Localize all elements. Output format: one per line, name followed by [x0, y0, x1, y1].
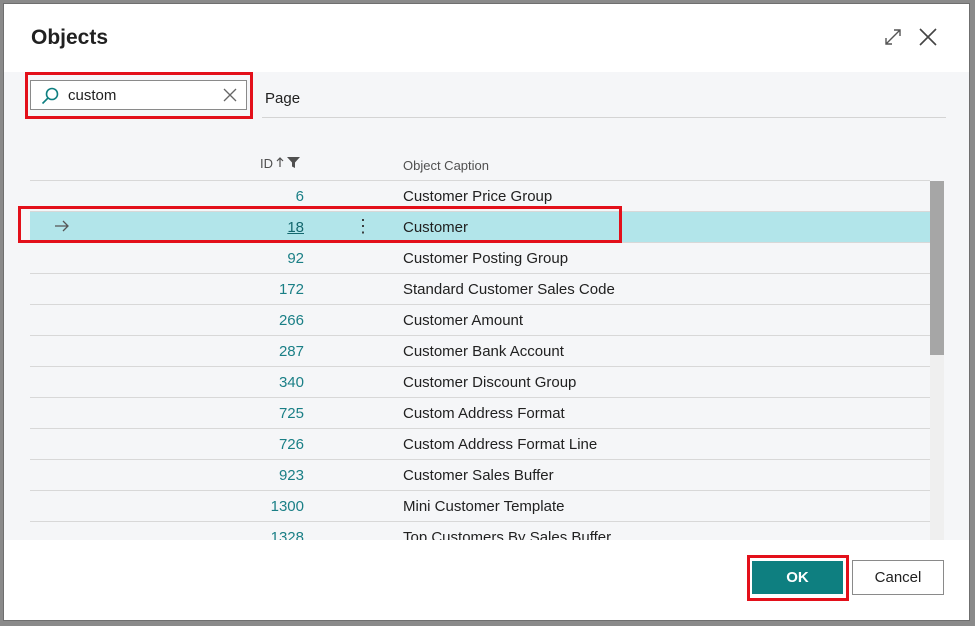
row-id[interactable]: 923	[230, 467, 304, 484]
row-id[interactable]: 1328	[230, 529, 304, 540]
table-row[interactable]: 923 Customer Sales Buffer	[30, 459, 930, 490]
ok-button[interactable]: OK	[752, 561, 843, 594]
row-caption: Customer Discount Group	[403, 374, 577, 391]
row-id[interactable]: 6	[230, 188, 304, 205]
cancel-button[interactable]: Cancel	[852, 560, 944, 595]
row-caption: Customer Posting Group	[403, 250, 569, 267]
column-header-id[interactable]: ID	[234, 156, 300, 171]
objects-list: 6 Customer Price Group 18 ⋮ Customer 92 Custom…	[30, 180, 930, 540]
table-row[interactable]: 6 Customer Price Group	[30, 180, 930, 211]
row-caption: Customer Bank Account	[403, 343, 564, 360]
row-id[interactable]: 266	[230, 312, 304, 329]
row-caption: Customer Amount	[403, 312, 524, 329]
row-id[interactable]: 1300	[230, 498, 304, 515]
row-pointer-icon	[54, 219, 70, 238]
row-caption: Custom Address Format	[403, 405, 565, 422]
row-id[interactable]: 18	[230, 219, 304, 236]
scope-label[interactable]: Page	[265, 90, 300, 107]
dialog-title: Objects	[31, 26, 109, 49]
table-row[interactable]: 287 Customer Bank Account	[30, 335, 930, 366]
row-id[interactable]: 726	[230, 436, 304, 453]
row-id[interactable]: 725	[230, 405, 304, 422]
column-id-label: ID	[260, 156, 273, 171]
search-icon	[41, 87, 59, 110]
row-id[interactable]: 340	[230, 374, 304, 391]
search-input[interactable]	[68, 86, 218, 104]
divider	[262, 117, 946, 118]
table-row[interactable]: 1328 Top Customers By Sales Buffer	[30, 521, 930, 540]
filter-icon[interactable]	[287, 156, 300, 171]
row-id[interactable]: 287	[230, 343, 304, 360]
table-row[interactable]: 266 Customer Amount	[30, 304, 930, 335]
objects-dialog: Objects Page	[3, 3, 970, 621]
row-caption: Customer Price Group	[403, 188, 553, 205]
expand-icon[interactable]	[880, 24, 906, 50]
column-header-caption[interactable]: Object Caption	[403, 158, 489, 173]
search-box[interactable]	[30, 80, 247, 110]
table-row[interactable]: 172 Standard Customer Sales Code	[30, 273, 930, 304]
table-row[interactable]: 92 Customer Posting Group	[30, 242, 930, 273]
row-caption: Standard Customer Sales Code	[403, 281, 615, 298]
dialog-content: Page ID Object Caption 6 Customer Price G…	[4, 72, 969, 540]
row-caption: Customer Sales Buffer	[403, 467, 554, 484]
more-options-icon[interactable]: ⋮	[354, 217, 372, 235]
table-row[interactable]: 725 Custom Address Format	[30, 397, 930, 428]
close-icon[interactable]	[915, 24, 941, 50]
row-caption: Top Customers By Sales Buffer	[403, 529, 612, 540]
table-row[interactable]: 18 ⋮ Customer	[30, 211, 930, 242]
sort-ascending-icon	[276, 156, 284, 171]
row-caption: Mini Customer Template	[403, 498, 565, 515]
table-row[interactable]: 340 Customer Discount Group	[30, 366, 930, 397]
scrollbar[interactable]	[930, 181, 944, 540]
table-row[interactable]: 1300 Mini Customer Template	[30, 490, 930, 521]
table-row[interactable]: 726 Custom Address Format Line	[30, 428, 930, 459]
scrollbar-thumb[interactable]	[930, 181, 944, 355]
row-caption: Custom Address Format Line	[403, 436, 598, 453]
clear-icon[interactable]	[223, 88, 237, 107]
row-id[interactable]: 92	[230, 250, 304, 267]
row-id[interactable]: 172	[230, 281, 304, 298]
row-caption: Customer	[403, 219, 469, 236]
